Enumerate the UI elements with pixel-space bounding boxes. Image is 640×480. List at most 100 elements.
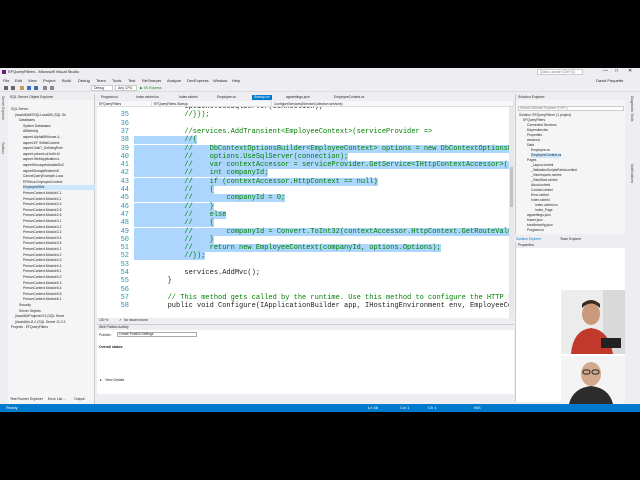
code-line[interactable]: // {: [134, 219, 214, 228]
code-line[interactable]: // return new EmployeeContext(companyId,…: [134, 244, 441, 253]
menu-file[interactable]: File: [3, 78, 9, 83]
menu-window[interactable]: Window: [213, 78, 227, 83]
menu-edit[interactable]: Edit: [15, 78, 22, 83]
tab-employee-cs[interactable]: Employee.cs: [215, 95, 238, 100]
redo-icon[interactable]: [50, 86, 54, 90]
platform-select[interactable]: Any CPU: [115, 85, 137, 91]
code-line[interactable]: // int companyId;: [134, 169, 269, 178]
sql-tree-item[interactable]: PersonContext-Module3-2: [23, 225, 95, 230]
sql-tree-item[interactable]: (localdb)\ProjectsV13 (SQL Serve: [15, 314, 95, 319]
tab-output[interactable]: Output: [74, 396, 85, 402]
code-line[interactable]: // var contextAccessor = serviceProvider…: [134, 161, 509, 170]
sql-tree-item[interactable]: aspnet-Gab7_DefiningRole: [23, 146, 95, 151]
code-line[interactable]: // companyId = Convert.ToInt32(contextAc…: [134, 227, 509, 236]
code-line[interactable]: //}});: [134, 111, 209, 119]
scrollbar-thumb[interactable]: [510, 167, 513, 207]
maximize-button[interactable]: □: [615, 68, 618, 74]
sql-tree-item[interactable]: Projects - EFQueryFilters: [11, 325, 95, 330]
tab-appsettings-json[interactable]: appsettings.json: [284, 95, 312, 100]
sql-tree-item[interactable]: PersonContext-Module4-3: [23, 258, 95, 263]
quick-launch-input[interactable]: Quick Launch (Ctrl+Q): [537, 69, 583, 75]
sql-tree-item[interactable]: PersonContext-Module3-1: [23, 219, 95, 224]
menu-project[interactable]: Project: [43, 78, 55, 83]
tab-error-list[interactable]: Error List ...: [48, 396, 66, 402]
editor-scrollbar[interactable]: [509, 107, 514, 318]
sql-tree-item[interactable]: (localdb)\v11.0 (SQL Server 11.0.3: [15, 320, 95, 325]
save-icon[interactable]: [27, 86, 31, 90]
sql-tree-item[interactable]: PersonContext-Module5-4: [23, 286, 95, 291]
sql-tree-item[interactable]: aspnet-pcheck-of-beth-M: [23, 152, 95, 157]
minimize-button[interactable]: —: [603, 68, 608, 74]
sql-tree-item[interactable]: ABWeekly: [23, 129, 95, 134]
sql-tree-item[interactable]: PersonContext-Module2-4: [23, 202, 95, 207]
code-line[interactable]: //services.AddTransient<EmployeeContext>…: [134, 128, 432, 136]
close-button[interactable]: ✕: [628, 68, 632, 74]
sql-tree-item[interactable]: aspnetStorageBrokerInD: [23, 169, 95, 174]
zoom-level[interactable]: 100 %: [99, 318, 108, 323]
code-line[interactable]: }: [134, 277, 172, 285]
run-button[interactable]: ▶ IIS Express: [140, 85, 162, 91]
menu-build[interactable]: Build: [62, 78, 71, 83]
server-explorer-tab[interactable]: Server Explorer: [1, 96, 5, 120]
sql-tree-item[interactable]: System Databases: [23, 124, 95, 129]
sql-tree-item[interactable]: PersonContext-Module5-1: [23, 269, 95, 274]
sql-tree-item[interactable]: aspnet-AlphaBillHouse-4...: [23, 135, 95, 140]
code-line[interactable]: services.AddMvc();: [134, 269, 260, 277]
diagnostic-tools-tab[interactable]: Diagnostic Tools: [630, 96, 634, 121]
configuration-select[interactable]: Debug: [91, 85, 113, 91]
open-folder-icon[interactable]: [20, 86, 24, 90]
sql-tree-item[interactable]: EmployeeDMs: [23, 185, 95, 191]
solution-tree-item[interactable]: Program.cs: [527, 228, 544, 233]
sql-tree-item[interactable]: Security: [19, 303, 95, 308]
code-line[interactable]: // else: [134, 210, 227, 219]
sql-tree-item[interactable]: PersonContext-Module3-5: [23, 241, 95, 246]
code-line[interactable]: // }: [134, 202, 214, 211]
undo-icon[interactable]: [43, 86, 47, 90]
sql-tree-item[interactable]: PersonContext-Module2-5: [23, 208, 95, 213]
sql-tree-item[interactable]: (localdb)\MSSQLLocalDB (SQL Se: [15, 113, 95, 118]
notifications-tab[interactable]: Notifications: [630, 164, 634, 183]
user-name[interactable]: David Paquette: [596, 78, 623, 83]
sql-tree-item[interactable]: PersonContext-Module5-5: [23, 292, 95, 297]
menu-tools[interactable]: Tools: [112, 78, 121, 83]
solution-search-input[interactable]: Search Solution Explorer (Ctrl+;): [518, 106, 624, 111]
code-line[interactable]: // This method gets called by the runtim…: [134, 294, 509, 302]
toolbox-tab[interactable]: Toolbox: [1, 142, 5, 154]
expand-arrow-icon[interactable]: ▸: [100, 378, 102, 382]
sql-tree-item[interactable]: PersonContext-Module6-1: [23, 297, 95, 302]
sql-tree-item[interactable]: PersonContext-Module4-4: [23, 264, 95, 269]
tab-index-cshtml[interactable]: Index.cshtml: [177, 95, 200, 100]
menu-help[interactable]: Help: [232, 78, 240, 83]
code-line[interactable]: // {: [134, 186, 214, 194]
sql-tree-item[interactable]: PersonContext-Module2-6: [23, 213, 95, 218]
publish-profile-select[interactable]: Create Publish Settings: [117, 332, 197, 337]
tab-test-runner-explorer[interactable]: Test Runner Explorer: [10, 396, 43, 402]
code-line[interactable]: // companyId = 0;: [134, 194, 286, 203]
issues-status[interactable]: No issues found: [124, 318, 148, 323]
code-editor[interactable]: 35 36 37 38 39 40 41 42 43 44 45 46 47 48 49 50 51 52 53 54…: [97, 107, 509, 318]
sql-tree-item[interactable]: PersonContext-Module2-1: [23, 197, 95, 202]
sql-tree-item[interactable]: Server Objects: [19, 309, 95, 314]
code-line[interactable]: //});: [134, 252, 206, 261]
view-details-link[interactable]: View Details: [105, 378, 124, 382]
sql-tree-item[interactable]: EFEtrics.EmployeeContext: [23, 180, 95, 185]
sql-tree-item[interactable]: PersonContext-Module5-3: [23, 281, 95, 286]
code-line[interactable]: // if (contextAccessor.HttpContext == nu…: [134, 177, 378, 186]
sql-tree-item[interactable]: Databases: [19, 118, 95, 123]
code-line[interactable]: // options.UseSqlServer(connection);: [134, 152, 349, 161]
sql-tree-item[interactable]: PersonContext-Module4-1: [23, 247, 95, 252]
code-line[interactable]: // }: [134, 235, 214, 244]
sql-tree-item[interactable]: PersonContext-Module1-1: [23, 191, 95, 196]
sql-tree-item[interactable]: aspnet-EF SetlistContext: [23, 141, 95, 146]
forward-icon[interactable]: [11, 86, 15, 90]
tab-program-cs[interactable]: Program.cs: [99, 95, 120, 100]
tab-employeecontext-cs[interactable]: EmployeeContext.cs: [332, 95, 366, 100]
sql-tree-item[interactable]: PersonContext-Module4-2: [23, 253, 95, 258]
sql-tree-item[interactable]: aspnetSecurgebAutabicEsC: [23, 163, 95, 168]
sql-tree-item[interactable]: aspnet-WebApplication4-: [23, 157, 95, 162]
sql-tree-item[interactable]: PersonContext-Module3-3: [23, 230, 95, 235]
menu-team[interactable]: Team: [96, 78, 106, 83]
save-all-icon[interactable]: [34, 86, 38, 90]
menu-analyze[interactable]: Analyze: [167, 78, 181, 83]
sql-tree-item[interactable]: SQL Server: [11, 107, 95, 112]
